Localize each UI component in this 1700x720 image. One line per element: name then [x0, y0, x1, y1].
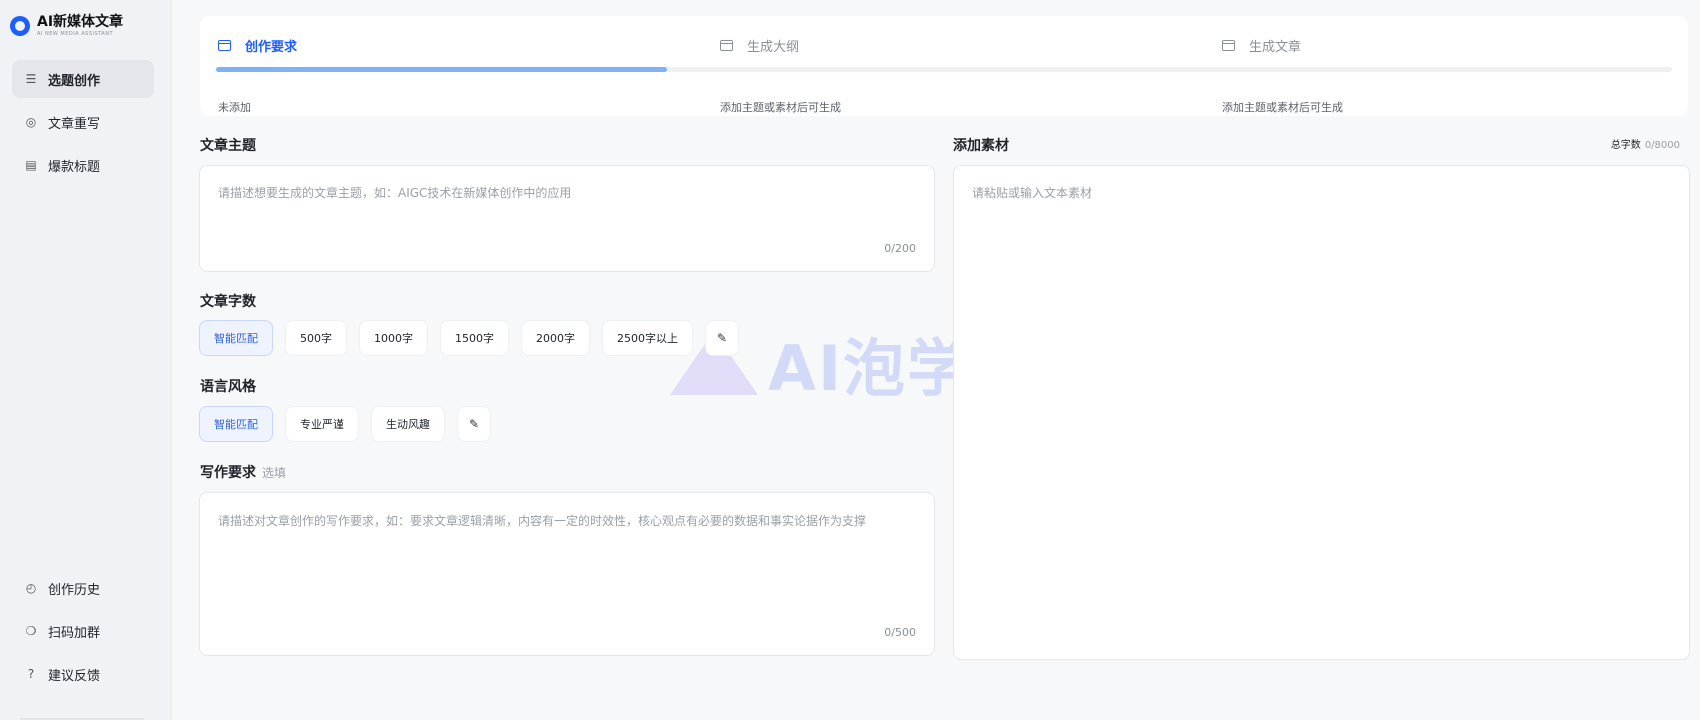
step-label: 生成大纲	[747, 40, 800, 55]
edit-icon[interactable]: ✎	[705, 320, 739, 356]
file-icon	[1222, 40, 1235, 51]
progress-track	[216, 67, 1672, 72]
sidebar-item-feedback[interactable]: ? 建议反馈	[12, 655, 154, 693]
word-count-option[interactable]: 1000字	[359, 320, 428, 356]
sidebar-item-topic-creation[interactable]: ☰ 选题创作	[12, 60, 154, 98]
brand[interactable]: AI新媒体文章 AI NEW MEDIA ASSISTANT	[10, 14, 123, 38]
material-placeholder: 请粘贴或输入文本素材	[972, 186, 1093, 200]
total-count-value: 0/8000	[1644, 140, 1680, 151]
topic-counter: 0/200	[884, 242, 916, 255]
clock-icon: ◴	[25, 581, 37, 595]
total-word-count: 总字数 0/8000	[1611, 136, 1680, 151]
style-option[interactable]: 智能匹配	[199, 406, 273, 442]
word-count-option[interactable]: 智能匹配	[199, 320, 273, 356]
steps-panel: 创作要求 生成大纲 生成文章 未添加 添加主题或素材后可生成 添加主题或素材后可…	[200, 16, 1688, 116]
material-input[interactable]: 请粘贴或输入文本素材	[953, 165, 1690, 660]
step-note: 未添加	[218, 101, 251, 114]
app-subtitle: AI NEW MEDIA ASSISTANT	[37, 31, 114, 37]
topic-input[interactable]: 请描述想要生成的文章主题，如：AIGC技术在新媒体创作中的应用 0/200	[199, 165, 935, 272]
topic-placeholder: 请描述想要生成的文章主题，如：AIGC技术在新媒体创作中的应用	[218, 186, 572, 200]
window-icon	[218, 40, 231, 51]
sidebar: AI新媒体文章 AI NEW MEDIA ASSISTANT ☰ 选题创作 ◎ …	[0, 0, 172, 720]
progress-fill	[216, 67, 668, 72]
edit-icon[interactable]: ✎	[457, 406, 491, 442]
style-title: 语言风格	[200, 379, 256, 395]
word-count-options: 智能匹配 500字 1000字 1500字 2000字 2500字以上 ✎	[199, 320, 739, 356]
wechat-icon: ❍	[25, 624, 37, 638]
requirements-input[interactable]: 请描述对文章创作的写作要求，如：要求文章逻辑清晰，内容有一定的时效性，核心观点有…	[199, 492, 935, 656]
requirements-counter: 0/500	[884, 626, 916, 639]
word-count-option[interactable]: 2000字	[521, 320, 590, 356]
sidebar-item-label: 文章重写	[48, 116, 101, 132]
step-requirements[interactable]: 创作要求	[218, 36, 297, 55]
requirements-title-text: 写作要求	[200, 465, 256, 481]
step-note: 添加主题或素材后可生成	[1222, 101, 1343, 114]
word-count-option[interactable]: 1500字	[440, 320, 509, 356]
step-article[interactable]: 生成文章	[1222, 36, 1301, 55]
sidebar-item-article-rewrite[interactable]: ◎ 文章重写	[12, 103, 154, 141]
style-option[interactable]: 专业严谨	[285, 406, 359, 442]
sidebar-item-label: 创作历史	[48, 582, 101, 598]
style-options: 智能匹配 专业严谨 生动风趣 ✎	[199, 406, 491, 442]
help-icon: ?	[27, 667, 35, 681]
requirements-placeholder: 请描述对文章创作的写作要求，如：要求文章逻辑清晰，内容有一定的时效性，核心观点有…	[218, 514, 867, 528]
list-icon: ☰	[25, 72, 37, 86]
sidebar-item-label: 建议反馈	[48, 668, 101, 684]
app-title: AI新媒体文章	[37, 14, 124, 30]
requirements-title: 写作要求 选填	[200, 462, 286, 482]
rewrite-icon: ◎	[25, 115, 37, 129]
word-count-option[interactable]: 2500字以上	[602, 320, 693, 356]
topic-title: 文章主题	[200, 138, 256, 154]
style-option[interactable]: 生动风趣	[371, 406, 445, 442]
step-label: 生成文章	[1249, 40, 1302, 55]
sidebar-item-label: 爆款标题	[48, 159, 101, 175]
sidebar-item-label: 扫码加群	[48, 625, 101, 641]
total-count-label: 总字数	[1610, 140, 1641, 151]
sidebar-item-history[interactable]: ◴ 创作历史	[12, 569, 154, 607]
word-count-option[interactable]: 500字	[285, 320, 347, 356]
step-note: 添加主题或素材后可生成	[720, 101, 841, 114]
sidebar-item-label: 选题创作	[48, 73, 101, 89]
optional-label: 选填	[262, 466, 287, 480]
document-icon: ▤	[25, 158, 37, 172]
step-outline[interactable]: 生成大纲	[720, 36, 799, 55]
logo-icon	[10, 16, 30, 36]
outline-icon	[720, 40, 733, 51]
sidebar-item-hot-titles[interactable]: ▤ 爆款标题	[12, 146, 154, 184]
step-label: 创作要求	[245, 40, 298, 55]
material-title: 添加素材	[953, 138, 1009, 154]
sidebar-item-join-group[interactable]: ❍ 扫码加群	[12, 612, 154, 650]
word-count-title: 文章字数	[200, 294, 256, 310]
